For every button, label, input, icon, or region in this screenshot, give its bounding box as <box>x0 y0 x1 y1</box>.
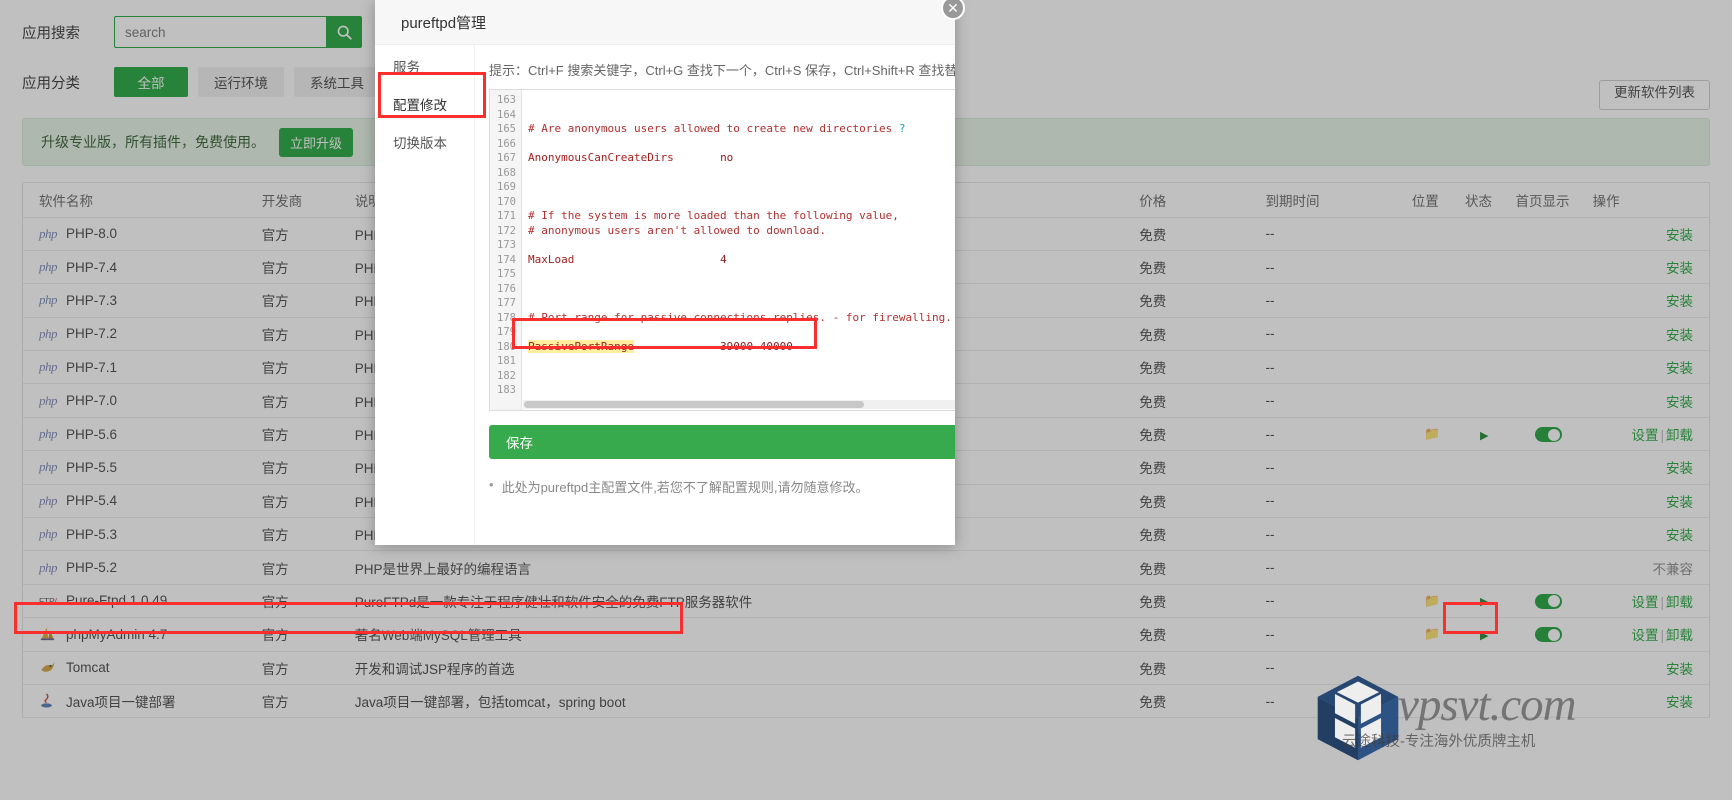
line-number: 178 <box>490 311 521 326</box>
dialog-main: 提示：Ctrl+F 搜索关键字，Ctrl+G 查找下一个，Ctrl+S 保存，C… <box>475 45 955 545</box>
code-line <box>528 108 955 123</box>
code-line <box>528 282 955 297</box>
code-line: MaxLoad 4 <box>528 253 955 268</box>
line-number: 177 <box>490 296 521 311</box>
line-number: 171 <box>490 209 521 224</box>
line-number: 183 <box>490 383 521 398</box>
line-number: 180 <box>490 340 521 355</box>
line-number: 166 <box>490 137 521 152</box>
line-number: 167 <box>490 151 521 166</box>
line-number: 176 <box>490 282 521 297</box>
save-button[interactable]: 保存 <box>489 425 955 459</box>
code-line: # anonymous users aren't allowed to down… <box>528 224 955 239</box>
code-line: # If the system is more loaded than the … <box>528 209 955 224</box>
line-number: 174 <box>490 253 521 268</box>
code-line <box>528 369 955 384</box>
close-icon: ✕ <box>947 0 959 17</box>
code-line <box>528 93 955 108</box>
line-number: 163 <box>490 93 521 108</box>
screen: 应用搜索 应用分类 全部 <box>0 0 1732 800</box>
line-number: 181 <box>490 354 521 369</box>
dialog-tab-service[interactable]: 服务 <box>375 49 474 87</box>
dialog-tab-list: 服务 配置修改 切换版本 <box>375 45 475 545</box>
code-line <box>528 354 955 369</box>
dialog-header: pureftpd管理 <box>375 0 955 45</box>
code-line <box>528 137 955 152</box>
code-line: # Port range for passive connections rep… <box>528 311 955 326</box>
editor-line-numbers: 1631641651661671681691701711721731741751… <box>490 90 522 410</box>
line-number: 170 <box>490 195 521 210</box>
code-line <box>528 267 955 282</box>
code-line <box>528 383 955 398</box>
dialog-tab-switch-version[interactable]: 切换版本 <box>375 125 474 163</box>
code-line <box>528 325 955 340</box>
pureftpd-manage-dialog: pureftpd管理 服务 配置修改 切换版本 提示：Ctrl+F 搜索关键字，… <box>375 0 955 545</box>
code-line <box>528 296 955 311</box>
code-line <box>528 195 955 210</box>
line-number: 164 <box>490 108 521 123</box>
line-number: 179 <box>490 325 521 340</box>
code-line: AnonymousCanCreateDirs no <box>528 151 955 166</box>
line-number: 182 <box>490 369 521 384</box>
line-number: 173 <box>490 238 521 253</box>
editor-horizontal-scrollbar[interactable] <box>524 401 864 408</box>
line-number: 165 <box>490 122 521 137</box>
code-line <box>528 180 955 195</box>
bullet-icon: • <box>489 477 494 496</box>
line-number: 175 <box>490 267 521 282</box>
line-number: 169 <box>490 180 521 195</box>
code-line: PassivePortRange 39000 40000 <box>528 340 955 355</box>
config-note-text: 此处为pureftpd主配置文件,若您不了解配置规则,请勿随意修改。 <box>502 477 869 496</box>
line-number: 168 <box>490 166 521 181</box>
config-editor[interactable]: 1631641651661671681691701711721731741751… <box>489 89 955 411</box>
editor-code-area[interactable]: # Are anonymous users allowed to create … <box>522 90 955 410</box>
code-line <box>528 166 955 181</box>
dialog-tab-config-edit[interactable]: 配置修改 <box>375 87 474 125</box>
code-line <box>528 238 955 253</box>
code-line: # Are anonymous users allowed to create … <box>528 122 955 137</box>
editor-shortcut-hint: 提示：Ctrl+F 搜索关键字，Ctrl+G 查找下一个，Ctrl+S 保存，C… <box>489 60 955 79</box>
config-note: • 此处为pureftpd主配置文件,若您不了解配置规则,请勿随意修改。 <box>489 477 955 496</box>
dialog-body: 服务 配置修改 切换版本 提示：Ctrl+F 搜索关键字，Ctrl+G 查找下一… <box>375 45 955 545</box>
line-number: 172 <box>490 224 521 239</box>
dialog-title: pureftpd管理 <box>401 12 486 33</box>
